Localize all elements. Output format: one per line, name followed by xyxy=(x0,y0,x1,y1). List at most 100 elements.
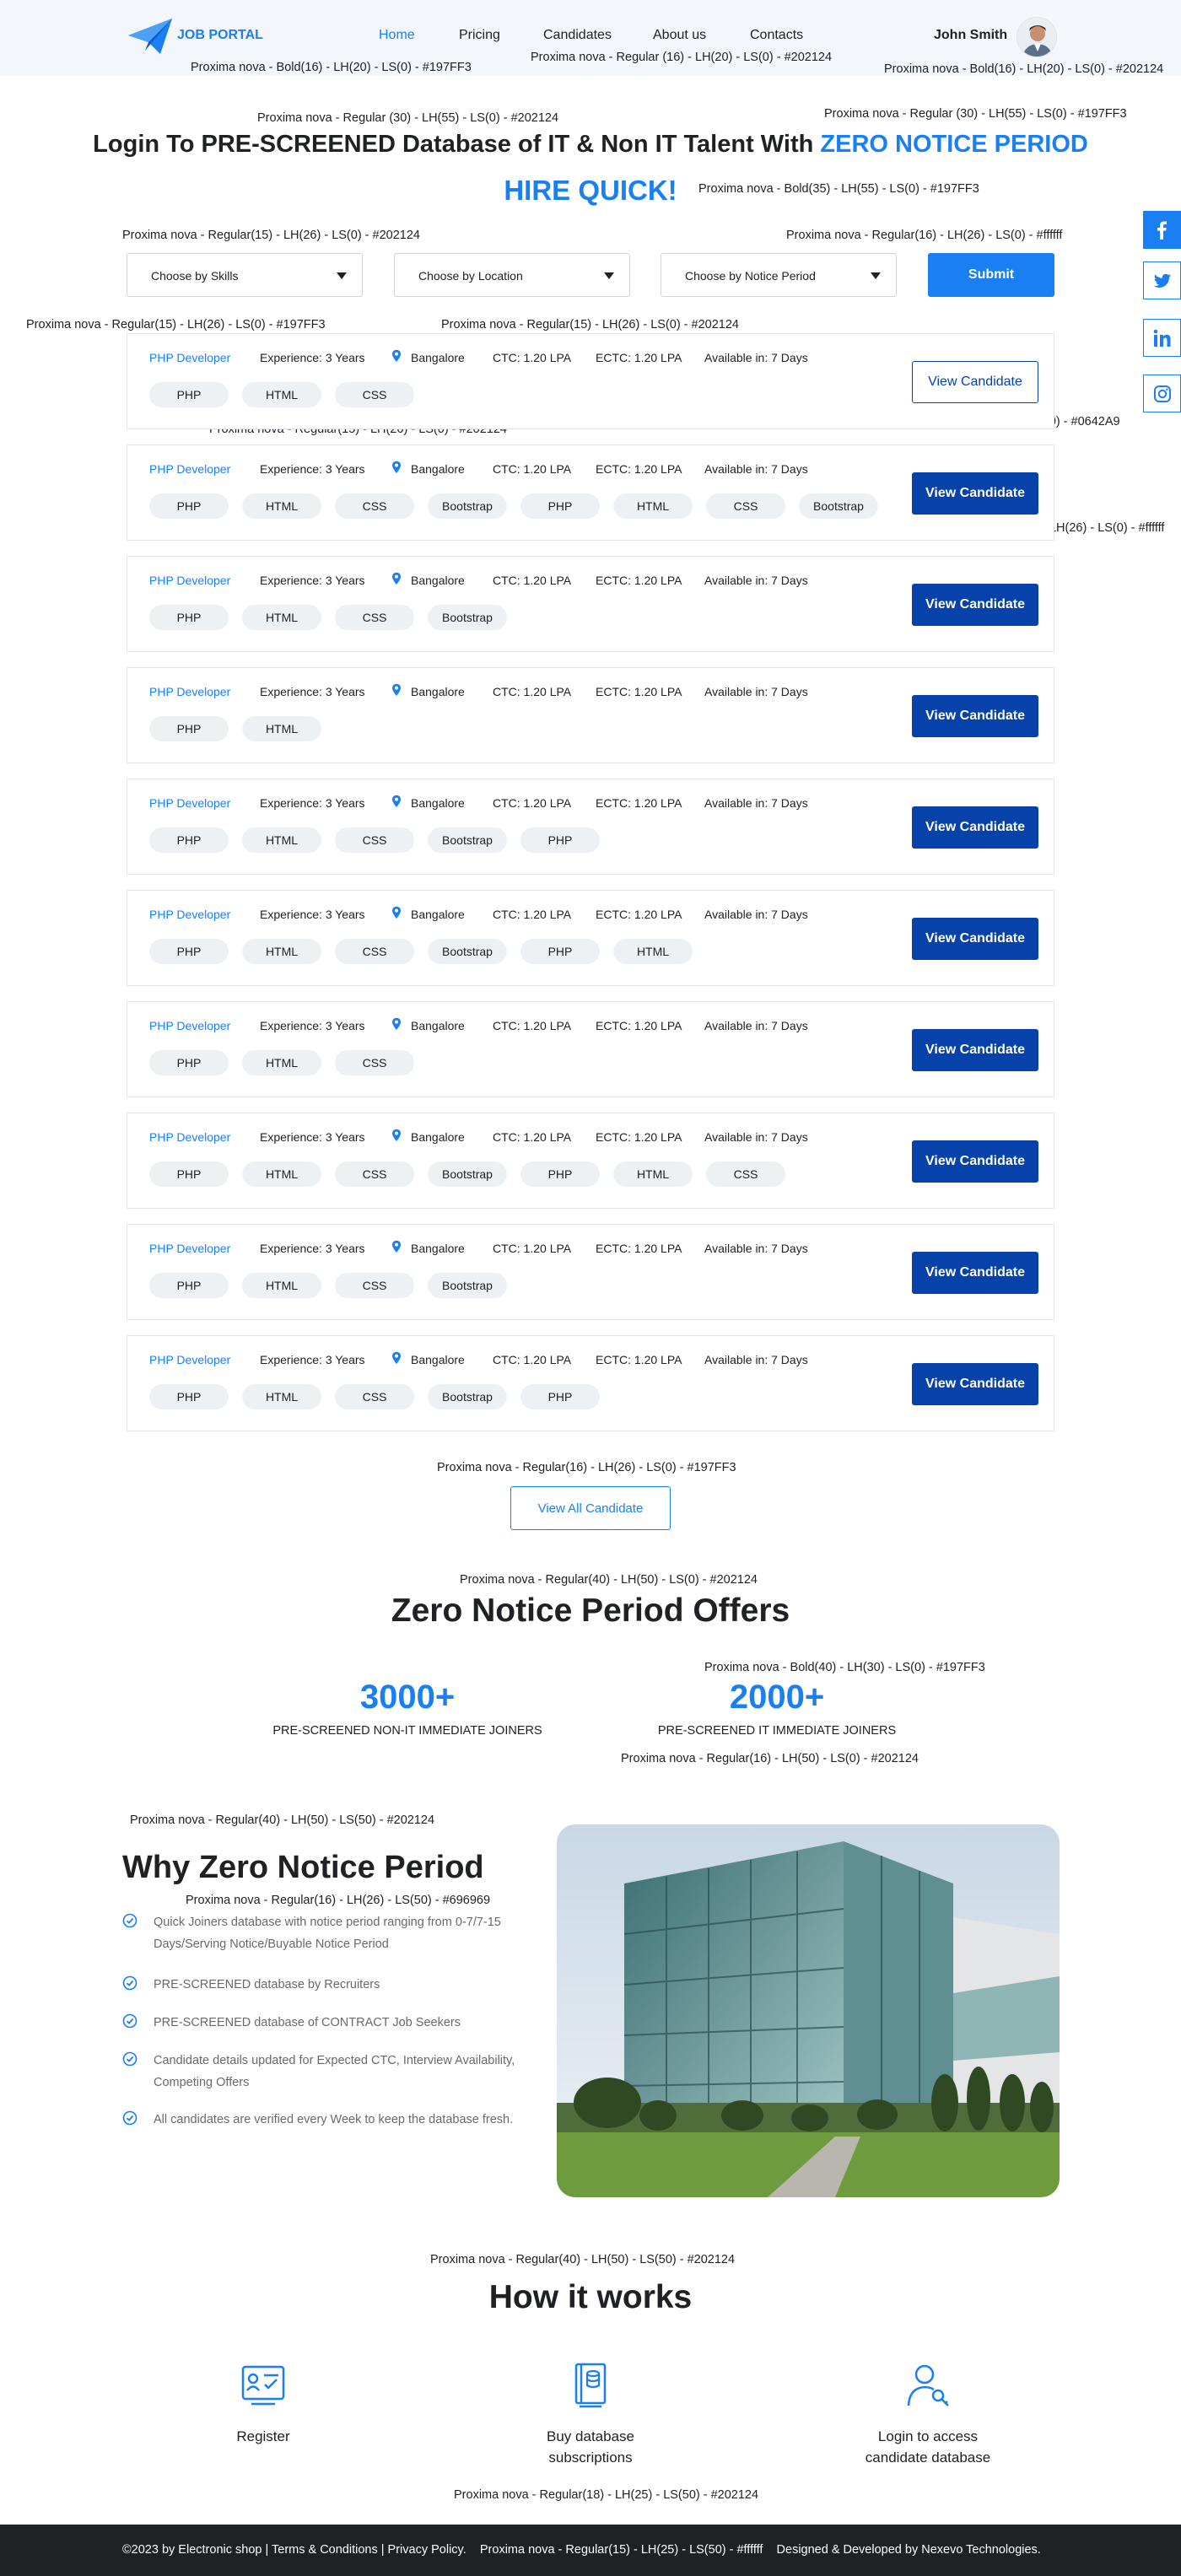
candidate-ctc: CTC: 1.20 LPA xyxy=(493,796,572,810)
candidate-ctc: CTC: 1.20 LPA xyxy=(493,908,572,921)
candidate-ctc: CTC: 1.20 LPA xyxy=(493,351,572,364)
skill-tag: CSS xyxy=(706,493,785,519)
nav-about-us[interactable]: About us xyxy=(653,28,706,43)
skill-tag: CSS xyxy=(706,1161,785,1187)
annotation-select: Proxima nova - Regular(15) - LH(26) - LS… xyxy=(122,229,420,242)
view-candidate-button[interactable]: View Candidate xyxy=(912,1363,1038,1405)
candidate-role[interactable]: PHP Developer xyxy=(149,1353,230,1366)
candidate-availability: Available in: 7 Days xyxy=(704,908,808,921)
skill-tag: CSS xyxy=(335,1273,414,1298)
nav-contacts[interactable]: Contacts xyxy=(750,28,803,43)
candidate-role[interactable]: PHP Developer xyxy=(149,685,230,698)
skill-tag: PHP xyxy=(149,939,229,964)
candidate-availability: Available in: 7 Days xyxy=(704,796,808,810)
nav-pricing[interactable]: Pricing xyxy=(459,28,500,43)
annotation-nav: Proxima nova - Regular (16) - LH(20) - L… xyxy=(531,51,833,64)
candidate-role[interactable]: PHP Developer xyxy=(149,351,230,364)
view-candidate-button[interactable]: View Candidate xyxy=(912,1252,1038,1294)
instagram-link[interactable] xyxy=(1143,375,1181,412)
candidate-card: PHP Developer Experience: 3 Years Bangalor… xyxy=(127,333,1054,429)
view-candidate-button[interactable]: View Candidate xyxy=(912,361,1038,403)
skill-tag: PHP xyxy=(149,1161,229,1187)
candidate-experience: Experience: 3 Years xyxy=(260,1242,365,1255)
skill-tag: CSS xyxy=(335,827,414,853)
location-pin-icon xyxy=(392,349,401,362)
view-candidate-button[interactable]: View Candidate xyxy=(912,1140,1038,1183)
skill-tag: PHP xyxy=(520,1161,600,1187)
skill-tag: HTML xyxy=(613,1161,693,1187)
stat-value-non-it: 3000+ xyxy=(359,1679,456,1716)
candidate-ctc: CTC: 1.20 LPA xyxy=(493,574,572,587)
office-building-image xyxy=(557,1824,1060,2197)
annotation-hero-blue: Proxima nova - Regular (30) - LH(55) - L… xyxy=(824,107,1127,121)
candidate-location: Bangalore xyxy=(411,1130,465,1144)
database-book-icon xyxy=(574,2363,607,2408)
skill-tag: Bootstrap xyxy=(428,1384,507,1409)
location-pin-icon xyxy=(392,683,401,696)
candidate-role[interactable]: PHP Developer xyxy=(149,908,230,921)
logo[interactable]: JOB PORTAL xyxy=(127,17,278,57)
view-candidate-button[interactable]: View Candidate xyxy=(912,584,1038,626)
view-candidate-button[interactable]: View Candidate xyxy=(912,918,1038,960)
footer-copyright[interactable]: ©2023 by Electronic shop | Terms & Condi… xyxy=(122,2543,466,2557)
skill-tag: Bootstrap xyxy=(799,493,878,519)
facebook-link[interactable] xyxy=(1143,211,1181,249)
candidate-location: Bangalore xyxy=(411,462,465,476)
how-title: How it works xyxy=(488,2279,693,2315)
candidate-role[interactable]: PHP Developer xyxy=(149,1242,230,1255)
user-name[interactable]: John Smith xyxy=(934,28,1007,43)
caret-down-icon xyxy=(337,272,347,279)
skill-tag: PHP xyxy=(149,716,229,741)
hero-title-highlight: ZERO NOTICE PERIOD xyxy=(820,131,1088,158)
view-candidate-button[interactable]: View Candidate xyxy=(912,695,1038,737)
twitter-link[interactable] xyxy=(1143,261,1181,299)
nav-candidates[interactable]: Candidates xyxy=(543,28,612,43)
skill-tag: Bootstrap xyxy=(428,1273,507,1298)
view-all-candidates-button[interactable]: View All Candidate xyxy=(510,1486,671,1530)
why-item: Candidate details updated for Expected C… xyxy=(122,2050,519,2096)
skill-tag: Bootstrap xyxy=(428,939,507,964)
skill-tag: PHP xyxy=(520,939,600,964)
footer-credit[interactable]: Designed & Developed by Nexevo Technolog… xyxy=(777,2543,1041,2557)
footer-note: Proxima nova - Regular(15) - LH(25) - LS… xyxy=(479,2543,763,2557)
view-candidate-button[interactable]: View Candidate xyxy=(912,472,1038,515)
candidate-location: Bangalore xyxy=(411,1353,465,1366)
candidate-role[interactable]: PHP Developer xyxy=(149,1130,230,1144)
candidate-card: PHP Developer Experience: 3 Years Bangalor… xyxy=(127,556,1054,652)
candidate-role[interactable]: PHP Developer xyxy=(149,462,230,476)
nav-home[interactable]: Home xyxy=(379,28,415,43)
annotation-submit: Proxima nova - Regular(16) - LH(26) - LS… xyxy=(786,229,1063,242)
notice-period-select[interactable]: Choose by Notice Period xyxy=(661,253,897,297)
skill-tag: CSS xyxy=(335,1161,414,1187)
location-select[interactable]: Choose by Location xyxy=(394,253,630,297)
linkedin-icon xyxy=(1153,329,1171,347)
why-item: Quick Joiners database with notice perio… xyxy=(122,1911,519,1958)
candidate-availability: Available in: 7 Days xyxy=(704,1130,808,1144)
skills-select[interactable]: Choose by Skills xyxy=(127,253,363,297)
candidate-experience: Experience: 3 Years xyxy=(260,351,365,364)
candidate-ectc: ECTC: 1.20 LPA xyxy=(596,1130,682,1144)
linkedin-link[interactable] xyxy=(1143,319,1181,357)
submit-button[interactable]: Submit xyxy=(928,253,1054,297)
annotation-hero-dark: Proxima nova - Regular (30) - LH(55) - L… xyxy=(257,111,559,125)
caret-down-icon xyxy=(604,272,614,279)
skill-tag: Bootstrap xyxy=(428,1161,507,1187)
twitter-icon xyxy=(1153,273,1172,288)
skill-tag: HTML xyxy=(242,939,321,964)
candidate-role[interactable]: PHP Developer xyxy=(149,1019,230,1032)
why-item-text: All candidates are verified every Week t… xyxy=(154,2113,514,2126)
avatar[interactable] xyxy=(1017,17,1057,57)
view-candidate-button[interactable]: View Candidate xyxy=(912,1029,1038,1071)
location-pin-icon xyxy=(392,1017,401,1030)
paper-plane-icon xyxy=(128,19,172,54)
candidate-card: PHP Developer Experience: 3 Years Bangalor… xyxy=(127,1335,1054,1431)
skill-tag: PHP xyxy=(149,493,229,519)
candidate-location: Bangalore xyxy=(411,574,465,587)
candidate-location: Bangalore xyxy=(411,1242,465,1255)
candidate-card: PHP Developer Experience: 3 Years Bangalor… xyxy=(127,1113,1054,1209)
candidate-card: PHP Developer Experience: 3 Years Bangalor… xyxy=(127,890,1054,986)
view-candidate-button[interactable]: View Candidate xyxy=(912,806,1038,849)
candidate-role[interactable]: PHP Developer xyxy=(149,796,230,810)
candidate-role[interactable]: PHP Developer xyxy=(149,574,230,587)
location-pin-icon xyxy=(392,795,401,807)
